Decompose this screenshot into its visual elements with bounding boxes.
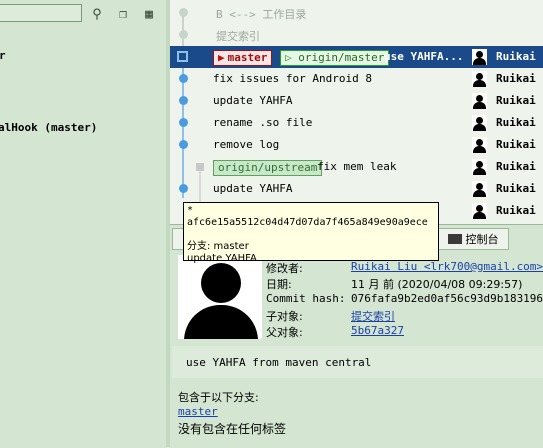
author-avatar bbox=[178, 255, 262, 339]
hash-value: 076fafa9b2ed0af56c93d9b1831967c1f bbox=[351, 292, 543, 305]
repository-item[interactable]: alHook (master) bbox=[0, 121, 97, 134]
graph-dot bbox=[179, 30, 188, 39]
staging-row[interactable]: 提交索引 bbox=[170, 24, 543, 46]
avatar bbox=[472, 71, 487, 87]
children-link[interactable]: 提交索引 bbox=[351, 308, 395, 324]
children-label: 子对象: bbox=[266, 310, 303, 323]
remote-badge[interactable]: origin/upstream bbox=[213, 160, 323, 176]
branch-icon: ▶ bbox=[218, 51, 225, 64]
date-value: 11 月 前 (2020/04/08 09:29:57) bbox=[351, 278, 523, 291]
graph-dot bbox=[179, 74, 188, 83]
truncated-text: r bbox=[0, 49, 6, 62]
parent-label: 父对象: bbox=[266, 326, 303, 339]
commit-message: fix mem leak bbox=[317, 160, 397, 173]
commit-tooltip: * afc6e15a5512c04d47d07da7f465a849e90a9e… bbox=[183, 202, 439, 264]
commit-author: Ruikai bbox=[496, 72, 536, 85]
commit-author: Ruikai bbox=[496, 182, 536, 195]
commit-author: Ruikai bbox=[496, 50, 536, 63]
table-row[interactable]: fix issues for Android 8 Ruikai bbox=[170, 68, 543, 90]
working-dir-row[interactable]: B <--> 工作目录 bbox=[170, 2, 543, 24]
commit-message: rename .so file bbox=[213, 116, 313, 129]
hash-label: Commit hash: bbox=[266, 292, 346, 305]
graph-dot bbox=[179, 140, 188, 149]
table-row[interactable]: origin/upstream fix mem leak Ruikai bbox=[170, 156, 543, 178]
table-row[interactable]: update YAHFA Ruikai bbox=[170, 90, 543, 112]
remote-name: origin/master bbox=[298, 51, 385, 64]
table-row[interactable]: remove log Ruikai bbox=[170, 134, 543, 156]
branch-link[interactable]: master bbox=[178, 405, 218, 418]
repository-sidebar bbox=[0, 0, 166, 447]
commit-message: fix issues for Android 8 bbox=[213, 72, 372, 85]
working-dir-label: B <--> 工作目录 bbox=[216, 8, 307, 21]
parent-link[interactable]: 5b67a327 bbox=[351, 324, 404, 337]
graph-dot bbox=[179, 184, 188, 193]
search-input[interactable] bbox=[0, 4, 82, 22]
search-icon[interactable]: ⚲ bbox=[88, 5, 106, 23]
remote-icon: ▷ bbox=[285, 51, 292, 64]
branch-name: master bbox=[227, 51, 268, 64]
table-row[interactable]: update YAHFA Ruikai bbox=[170, 178, 543, 200]
avatar bbox=[472, 137, 487, 153]
graph-dot bbox=[177, 51, 188, 62]
tree-view-icon[interactable]: ▦ bbox=[140, 5, 158, 23]
branches-heading: 包含于以下分支: bbox=[178, 391, 259, 404]
restore-window-icon[interactable]: ❐ bbox=[114, 5, 132, 23]
tab-console-label: 控制台 bbox=[465, 233, 499, 246]
tab-console[interactable]: 控制台 bbox=[437, 228, 509, 250]
graph-dot bbox=[179, 118, 188, 127]
commit-author: Ruikai bbox=[496, 160, 536, 173]
commit-message-full: use YAHFA from maven central bbox=[186, 356, 372, 369]
avatar bbox=[472, 49, 487, 65]
table-row[interactable]: rename .so file Ruikai bbox=[170, 112, 543, 134]
graph-dot bbox=[179, 8, 188, 17]
console-icon bbox=[447, 234, 462, 244]
avatar bbox=[472, 93, 487, 109]
tooltip-branch: 分支: master bbox=[187, 241, 249, 252]
avatar bbox=[472, 115, 487, 131]
table-row[interactable]: ▶ master ▷ origin/master use YAHFA... Rui… bbox=[170, 46, 543, 68]
avatar bbox=[472, 159, 487, 175]
graph-dot bbox=[179, 96, 188, 105]
avatar bbox=[472, 203, 487, 219]
commit-message: update YAHFA bbox=[213, 94, 293, 107]
avatar bbox=[472, 181, 487, 197]
staging-label: 提交索引 bbox=[216, 30, 260, 43]
commit-author: Ruikai bbox=[496, 204, 536, 217]
commit-message: remove log bbox=[213, 138, 280, 151]
commit-message: update YAHFA bbox=[213, 182, 293, 195]
remote-badge[interactable]: ▷ origin/master bbox=[280, 50, 390, 66]
commit-author: Ruikai bbox=[496, 138, 536, 151]
commit-author: Ruikai bbox=[496, 94, 536, 107]
tooltip-hash: * afc6e15a5512c04d47d07da7f465a849e90a9e… bbox=[187, 205, 428, 228]
tooltip-subject: update YAHFA bbox=[187, 253, 257, 264]
commit-author: Ruikai bbox=[496, 116, 536, 129]
date-label: 日期: bbox=[266, 278, 292, 291]
graph-dot bbox=[196, 163, 204, 171]
branch-badge[interactable]: ▶ master bbox=[213, 50, 273, 66]
tags-text: 没有包含在任何标签 bbox=[178, 422, 287, 436]
commit-message: use YAHFA... bbox=[384, 50, 464, 63]
